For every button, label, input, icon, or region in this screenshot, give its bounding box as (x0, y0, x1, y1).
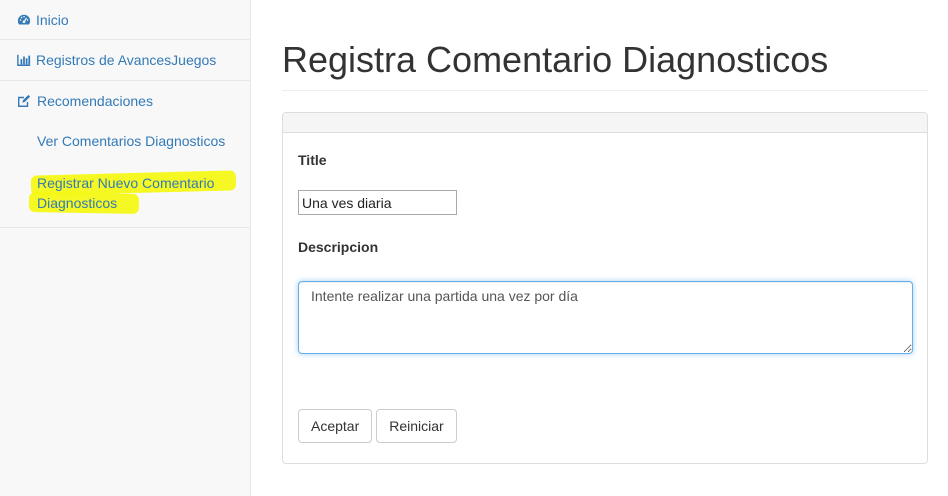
sidebar-item-registros[interactable]: Registros de AvancesJuegos (0, 40, 250, 81)
sidebar: Inicio Registros de AvancesJuegos Recome… (0, 0, 251, 496)
accept-button[interactable]: Aceptar (298, 409, 373, 443)
sidebar-item-label: Registros de AvancesJuegos (36, 52, 217, 68)
sidebar-subitem-label: Ver Comentarios Diagnosticos (37, 133, 226, 149)
sidebar-subitem-label: Registrar Nuevo Comentario Diagnosticos (37, 175, 215, 211)
title-input[interactable] (298, 190, 457, 215)
description-textarea[interactable]: Intente realizar una partida una vez por… (298, 281, 913, 354)
sidebar-item-recomendaciones[interactable]: Recomendaciones (0, 81, 250, 121)
edit-icon (17, 94, 31, 108)
bar-chart-icon (17, 53, 31, 67)
form-buttons: Aceptar Reiniciar (298, 409, 912, 443)
sidebar-subitem-registrar-comentario[interactable]: Registrar Nuevo Comentario Diagnosticos (0, 161, 250, 219)
sidebar-item-label: Inicio (36, 11, 69, 28)
sidebar-subitem-ver-comentarios[interactable]: Ver Comentarios Diagnosticos (0, 121, 250, 161)
description-label: Descripcion (298, 239, 379, 255)
page-title: Registra Comentario Diagnosticos (282, 40, 928, 91)
sidebar-item-inicio[interactable]: Inicio (0, 0, 250, 40)
sidebar-item-label: Recomendaciones (37, 93, 153, 109)
reset-button[interactable]: Reiniciar (376, 409, 457, 443)
title-label: Title (298, 152, 327, 168)
sidebar-submenu: Ver Comentarios Diagnosticos Registrar N… (0, 121, 250, 228)
main-content: Registra Comentario Diagnosticos Title D… (282, 0, 928, 464)
panel-heading (283, 113, 927, 133)
dashboard-icon (17, 13, 31, 27)
form-panel: Title Descripcion Intente realizar una p… (282, 112, 928, 464)
panel-body: Title Descripcion Intente realizar una p… (283, 133, 927, 443)
